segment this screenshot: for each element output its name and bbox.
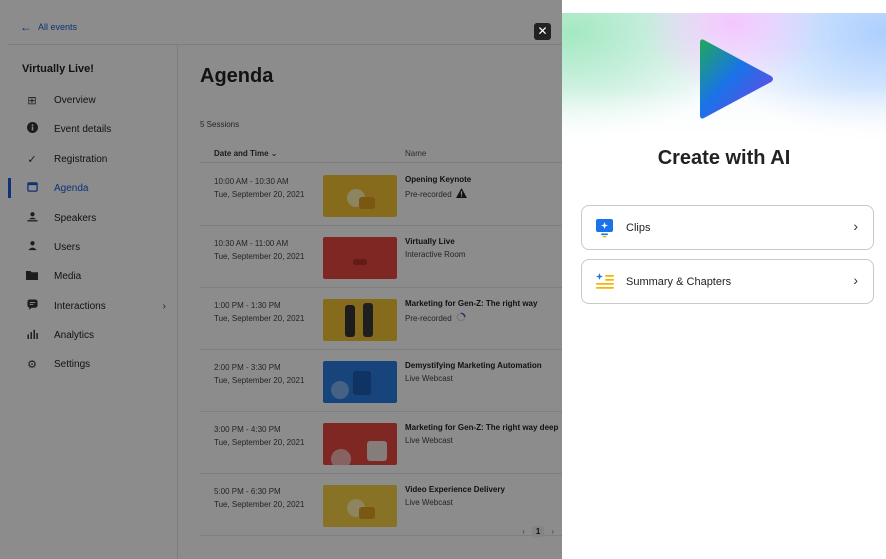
clips-option[interactable]: Clips › <box>581 205 874 250</box>
chevron-right-icon: › <box>853 218 858 234</box>
create-with-ai-panel: Create with AI Clips › Summary & Chapter… <box>562 13 886 559</box>
modal-overlay[interactable] <box>0 0 562 559</box>
clips-icon <box>595 218 615 238</box>
panel-title: Create with AI <box>657 147 791 169</box>
clips-label: Clips <box>626 222 651 234</box>
close-button[interactable]: ✕ <box>534 23 551 40</box>
summary-chapters-option[interactable]: Summary & Chapters › <box>581 259 874 304</box>
close-icon: ✕ <box>537 24 548 38</box>
chevron-right-icon: › <box>853 272 858 288</box>
play-logo-icon <box>700 39 773 119</box>
summary-chapters-label: Summary & Chapters <box>626 276 732 288</box>
summary-chapters-icon <box>595 272 615 292</box>
